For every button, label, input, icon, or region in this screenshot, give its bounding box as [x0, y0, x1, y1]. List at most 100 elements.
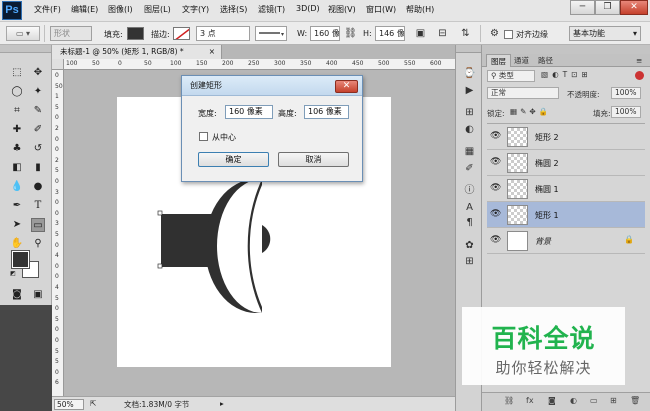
hand-tool-icon[interactable]: ✋ [10, 237, 24, 251]
layer-row[interactable]: 👁 背景 🔒 [487, 228, 645, 254]
menu-window[interactable]: 窗口(W) [366, 4, 396, 15]
filter-toggle-icon[interactable] [635, 71, 644, 80]
opacity-field[interactable]: 100% [611, 87, 641, 99]
menu-help[interactable]: 帮助(H) [406, 4, 434, 15]
workspace-select[interactable]: 基本功能 ▾ [569, 26, 641, 41]
foreground-color-swatch[interactable] [11, 250, 30, 269]
export-icon[interactable]: ⇱ [90, 399, 96, 408]
menu-type[interactable]: 文字(Y) [182, 4, 209, 15]
color-panel-icon[interactable]: ✿ [463, 239, 476, 252]
visibility-eye-icon[interactable]: 👁 [490, 183, 501, 193]
tab-channels[interactable]: 通道 [510, 54, 533, 67]
shape-mode-select[interactable]: 形状 [50, 26, 92, 41]
visibility-eye-icon[interactable]: 👁 [490, 131, 501, 141]
path-arrangement-icon[interactable]: ⇅ [459, 27, 472, 40]
align-edges-checkbox[interactable] [504, 30, 513, 39]
height-input[interactable]: 106 像素 [304, 105, 349, 119]
anchor-handle[interactable] [157, 263, 163, 269]
move-tool-icon[interactable]: ✥ [31, 66, 45, 80]
actions-panel-icon[interactable]: ▶ [463, 84, 476, 97]
healing-brush-tool-icon[interactable]: ✚ [10, 123, 24, 137]
from-center-checkbox[interactable] [199, 132, 208, 141]
document-tab[interactable]: 未标题-1 @ 50% (矩形 1, RGB/8) * × [52, 45, 222, 59]
layer-row[interactable]: 👁 矩形 2 [487, 124, 645, 150]
filter-icons[interactable]: ▧◐T⊡⊞ [541, 70, 592, 79]
fill-swatch[interactable] [127, 27, 144, 40]
status-menu-arrow-icon[interactable]: ▸ [220, 399, 224, 408]
history-brush-tool-icon[interactable]: ↺ [31, 142, 45, 156]
tool-preset-picker[interactable]: ▭ ▾ [6, 26, 40, 41]
visibility-eye-icon[interactable]: 👁 [490, 157, 501, 167]
add-mask-icon[interactable]: ◙ [548, 396, 556, 405]
eraser-tool-icon[interactable]: ◧ [10, 161, 24, 175]
menu-image[interactable]: 图像(I) [108, 4, 133, 15]
height-field[interactable]: 146 像 [375, 26, 405, 41]
gradient-tool-icon[interactable]: ▮ [31, 161, 45, 175]
layer-row-selected[interactable]: 👁 矩形 1 [487, 202, 645, 228]
width-field[interactable]: 160 像 [310, 26, 340, 41]
cancel-button[interactable]: 取消 [278, 152, 349, 167]
pen-tool-icon[interactable]: ✒ [10, 199, 24, 213]
zoom-level[interactable]: 50% [54, 399, 84, 410]
dodge-tool-icon[interactable]: ● [31, 180, 45, 194]
eyedropper-tool-icon[interactable]: ✎ [31, 104, 45, 118]
stroke-width-field[interactable]: 3 点 [196, 26, 250, 41]
layer-style-icon[interactable]: fx [526, 396, 534, 405]
width-input[interactable]: 160 像素 [225, 105, 273, 119]
quick-mask-icon[interactable]: ◙ [10, 288, 24, 302]
zoom-tool-icon[interactable]: ⚲ [31, 237, 45, 251]
restore-button[interactable]: ❐ [595, 0, 620, 15]
rectangle-tool-icon[interactable]: ▭ [31, 218, 45, 232]
clone-stamp-tool-icon[interactable]: ♣ [10, 142, 24, 156]
brush-panel-icon[interactable]: ✐ [463, 162, 476, 175]
adjustments-panel-icon[interactable]: ⊞ [463, 106, 476, 119]
menu-file[interactable]: 文件(F) [34, 4, 61, 15]
tab-paths[interactable]: 路径 [534, 54, 557, 67]
screen-mode-icon[interactable]: ▣ [31, 288, 45, 302]
tab-layers[interactable]: 图层 [486, 54, 511, 67]
link-icon[interactable]: ⛓ [344, 27, 357, 40]
ellipse-arc-shape[interactable] [247, 179, 262, 313]
ellipse-ring-shape[interactable] [205, 179, 262, 313]
menu-view[interactable]: 视图(V) [328, 4, 356, 15]
default-colors-icon[interactable]: ◩ [9, 270, 17, 278]
character-panel-icon[interactable]: A [463, 201, 476, 214]
layer-row[interactable]: 👁 椭圆 1 [487, 176, 645, 202]
menu-3d[interactable]: 3D(D) [296, 4, 320, 13]
new-group-icon[interactable]: ▭ [590, 396, 598, 405]
visibility-eye-icon[interactable]: 👁 [490, 209, 501, 219]
styles-panel-icon[interactable]: ▦ [463, 145, 476, 158]
stroke-swatch[interactable] [173, 27, 190, 40]
menu-edit[interactable]: 编辑(E) [71, 4, 98, 15]
magic-wand-tool-icon[interactable]: ✦ [31, 85, 45, 99]
dialog-close-button[interactable]: ✕ [335, 80, 358, 93]
history-panel-icon[interactable]: ⌚ [463, 67, 476, 80]
path-alignment-icon[interactable]: ⊟ [436, 27, 449, 40]
new-layer-icon[interactable]: ⊞ [610, 396, 617, 405]
ok-button[interactable]: 确定 [198, 152, 269, 167]
panel-menu-icon[interactable]: ≡ [632, 54, 646, 67]
minimize-button[interactable]: ─ [570, 0, 595, 15]
paragraph-panel-icon[interactable]: ¶ [463, 216, 476, 229]
path-selection-tool-icon[interactable]: ➤ [10, 218, 24, 232]
layer-filter-select[interactable]: ⚲ 类型 [487, 70, 535, 82]
navigator-panel-icon[interactable]: ⊞ [463, 255, 476, 268]
menu-filter[interactable]: 滤镜(T) [258, 4, 285, 15]
menu-layer[interactable]: 图层(L) [144, 4, 171, 15]
close-window-button[interactable]: ✕ [620, 0, 648, 15]
lock-icons[interactable]: ▦✎✥🔒 [510, 107, 551, 116]
small-semicircle-shape[interactable] [262, 225, 271, 253]
stroke-type-select[interactable]: ▾ [255, 26, 287, 41]
layer-row[interactable]: 👁 椭圆 2 [487, 150, 645, 176]
blend-mode-select[interactable]: 正常 [487, 87, 559, 99]
delete-layer-icon[interactable]: 🗑 [630, 396, 640, 405]
adjustment-layer-icon[interactable]: ◐ [570, 396, 577, 405]
marquee-tool-icon[interactable]: ⬚ [10, 66, 24, 80]
gear-icon[interactable]: ⚙ [488, 27, 501, 40]
menu-select[interactable]: 选择(S) [220, 4, 247, 15]
fill-field[interactable]: 100% [611, 106, 641, 118]
anchor-handle[interactable] [157, 210, 163, 216]
lasso-tool-icon[interactable]: ◯ [10, 85, 24, 99]
info-panel-icon[interactable]: ⓘ [463, 184, 476, 197]
type-tool-icon[interactable]: T [31, 199, 45, 213]
